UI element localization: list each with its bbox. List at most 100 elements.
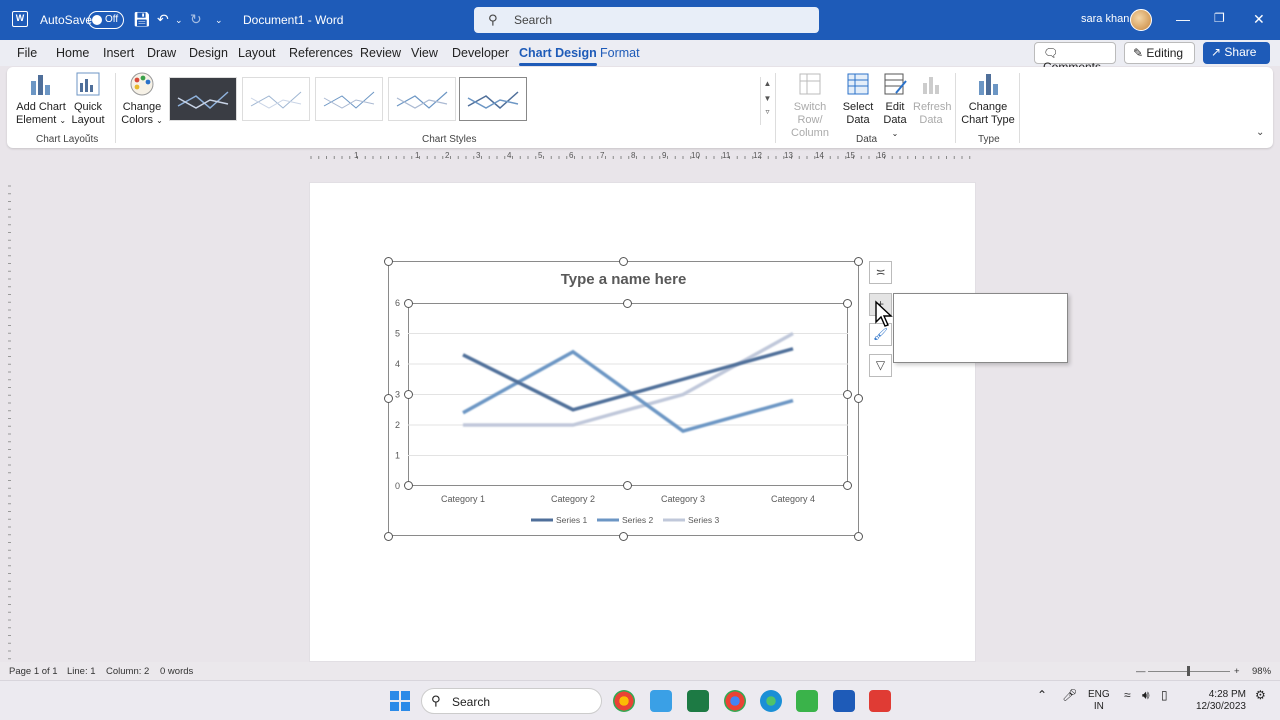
customize-toolbar-icon[interactable]: ⌄ <box>215 15 223 26</box>
resize-handle[interactable] <box>384 532 393 541</box>
minimize-icon[interactable]: — <box>1176 11 1190 27</box>
undo-icon[interactable]: ↶ <box>157 11 169 28</box>
zoom-slider-thumb[interactable] <box>1187 666 1190 676</box>
restore-icon[interactable]: ❐ <box>1214 11 1225 25</box>
autosave-toggle[interactable]: Off <box>88 11 124 29</box>
chrome-profile-icon[interactable] <box>724 690 746 712</box>
recorder-icon[interactable] <box>869 690 891 712</box>
resize-handle[interactable] <box>854 394 863 403</box>
notepad-icon[interactable] <box>650 690 672 712</box>
plot-resize-handle[interactable] <box>404 299 413 308</box>
save-icon[interactable]: 💾︎ <box>133 11 151 28</box>
chart-style-preview-icon <box>323 91 375 109</box>
change-chart-type-button[interactable]: Change Chart Type <box>959 71 1017 127</box>
horizontal-ruler[interactable]: 1 2 1 2 3 4 5 6 7 8 9 10 11 12 13 14 15 … <box>309 150 976 164</box>
excel-icon[interactable] <box>687 690 709 712</box>
avatar[interactable] <box>1130 9 1152 31</box>
switch-row-column-button[interactable]: Switch Row/ Column <box>781 71 839 140</box>
chart-elements-popup <box>893 293 1068 363</box>
comments-button[interactable]: 🗨︎ Comments <box>1034 42 1116 74</box>
change-colors-button[interactable]: Change Colors ⌄ <box>119 71 165 127</box>
plot-resize-handle[interactable] <box>843 299 852 308</box>
tab-layout[interactable]: Layout <box>238 46 276 60</box>
share-button[interactable]: ↗ Share ⌄ <box>1203 42 1270 72</box>
battery-icon[interactable]: ▯ <box>1161 689 1168 701</box>
edge-icon[interactable] <box>760 690 782 712</box>
word-count[interactable]: 0 words <box>160 666 193 677</box>
language-indicator[interactable]: ENG IN <box>1088 689 1110 713</box>
plot-resize-handle[interactable] <box>843 390 852 399</box>
tab-format[interactable]: Format <box>600 46 640 60</box>
wifi-icon[interactable]: ≈ <box>1124 689 1131 701</box>
quick-layout-button[interactable]: Quick Layout ⌄ <box>67 71 109 140</box>
volume-icon[interactable]: 🔊︎ <box>1142 689 1150 701</box>
user-name[interactable]: sara khan <box>1081 13 1129 25</box>
plot-resize-handle[interactable] <box>623 481 632 490</box>
gallery-more-icon[interactable]: ▿ <box>761 107 774 116</box>
collapse-ribbon-icon[interactable]: ⌄ <box>1256 127 1264 138</box>
refresh-data-button[interactable]: Refresh Data <box>913 71 952 127</box>
resize-handle[interactable] <box>619 257 628 266</box>
language-top: ENG <box>1088 689 1110 700</box>
add-chart-element-button[interactable]: Add Chart Element ⌄ <box>15 71 67 127</box>
tab-file[interactable]: File <box>17 46 37 60</box>
tab-chart-design[interactable]: Chart Design <box>519 46 597 66</box>
microphone-icon[interactable]: 🎤︎ <box>1062 689 1077 701</box>
undo-dropdown-icon[interactable]: ⌄ <box>175 15 183 26</box>
word-app-icon[interactable]: W <box>12 11 28 27</box>
chart-style-thumbnail[interactable] <box>169 77 237 121</box>
windows-start-icon[interactable] <box>389 690 411 712</box>
tab-design[interactable]: Design <box>189 46 228 60</box>
tab-review[interactable]: Review <box>360 46 401 60</box>
group-label-chart-styles: Chart Styles <box>422 134 477 145</box>
editing-mode-button[interactable]: ✎ Editing ⌄ <box>1124 42 1195 73</box>
layout-options-button[interactable]: ≍ <box>869 261 892 284</box>
gallery-up-icon[interactable]: ▲ <box>761 79 774 88</box>
page-count[interactable]: Page 1 of 1 <box>9 666 58 677</box>
chart-style-thumbnail[interactable] <box>388 77 456 121</box>
search-placeholder: Search <box>514 13 553 27</box>
title-search-box[interactable]: ⚲ Search <box>474 7 819 33</box>
chevron-up-icon[interactable]: ⌃ <box>1037 689 1047 701</box>
resize-handle[interactable] <box>384 257 393 266</box>
ribbon-separator <box>775 73 776 143</box>
taskbar-search[interactable]: ⚲ Search <box>421 688 602 714</box>
word-taskbar-icon[interactable] <box>833 690 855 712</box>
camtasia-icon[interactable] <box>796 690 818 712</box>
chart-style-thumbnail[interactable] <box>242 77 310 121</box>
vertical-ruler[interactable] <box>4 182 14 662</box>
resize-handle[interactable] <box>384 394 393 403</box>
zoom-in-icon[interactable]: + <box>1234 666 1240 677</box>
plot-resize-handle[interactable] <box>404 481 413 490</box>
chrome-icon[interactable] <box>613 690 635 712</box>
ruler-number: 8 <box>631 151 636 160</box>
select-data-button[interactable]: Select Data <box>841 71 875 127</box>
close-icon[interactable]: ✕ <box>1253 11 1265 28</box>
plot-resize-handle[interactable] <box>404 390 413 399</box>
plot-resize-handle[interactable] <box>843 481 852 490</box>
notification-icon[interactable]: ⚙ <box>1255 689 1266 701</box>
clock[interactable]: 4:28 PM 12/30/2023 <box>1188 689 1246 713</box>
chart-style-thumbnail-selected[interactable] <box>459 77 527 121</box>
tab-developer[interactable]: Developer <box>452 46 509 60</box>
tab-insert[interactable]: Insert <box>103 46 134 60</box>
resize-handle[interactable] <box>854 532 863 541</box>
ruler-number: 5 <box>538 151 543 160</box>
chart-style-thumbnail[interactable] <box>315 77 383 121</box>
plot-resize-handle[interactable] <box>623 299 632 308</box>
edit-data-label-2: Data <box>883 114 907 126</box>
tab-references[interactable]: References <box>289 46 353 60</box>
zoom-level[interactable]: 98% <box>1252 666 1271 677</box>
zoom-out-icon[interactable]: — <box>1136 666 1146 677</box>
chart-filters-button[interactable]: ▽ <box>869 354 892 377</box>
gallery-down-icon[interactable]: ▼ <box>761 94 774 103</box>
change-chart-type-label-1: Change <box>968 101 1008 113</box>
tab-home[interactable]: Home <box>56 46 89 60</box>
tab-view[interactable]: View <box>411 46 438 60</box>
resize-handle[interactable] <box>854 257 863 266</box>
resize-handle[interactable] <box>619 532 628 541</box>
tab-draw[interactable]: Draw <box>147 46 176 60</box>
gallery-scroll[interactable]: ▲ ▼ ▿ <box>760 77 774 125</box>
redo-icon[interactable]: ↻ <box>190 11 202 28</box>
edit-data-button[interactable]: Edit Data ⌄ <box>879 71 911 140</box>
